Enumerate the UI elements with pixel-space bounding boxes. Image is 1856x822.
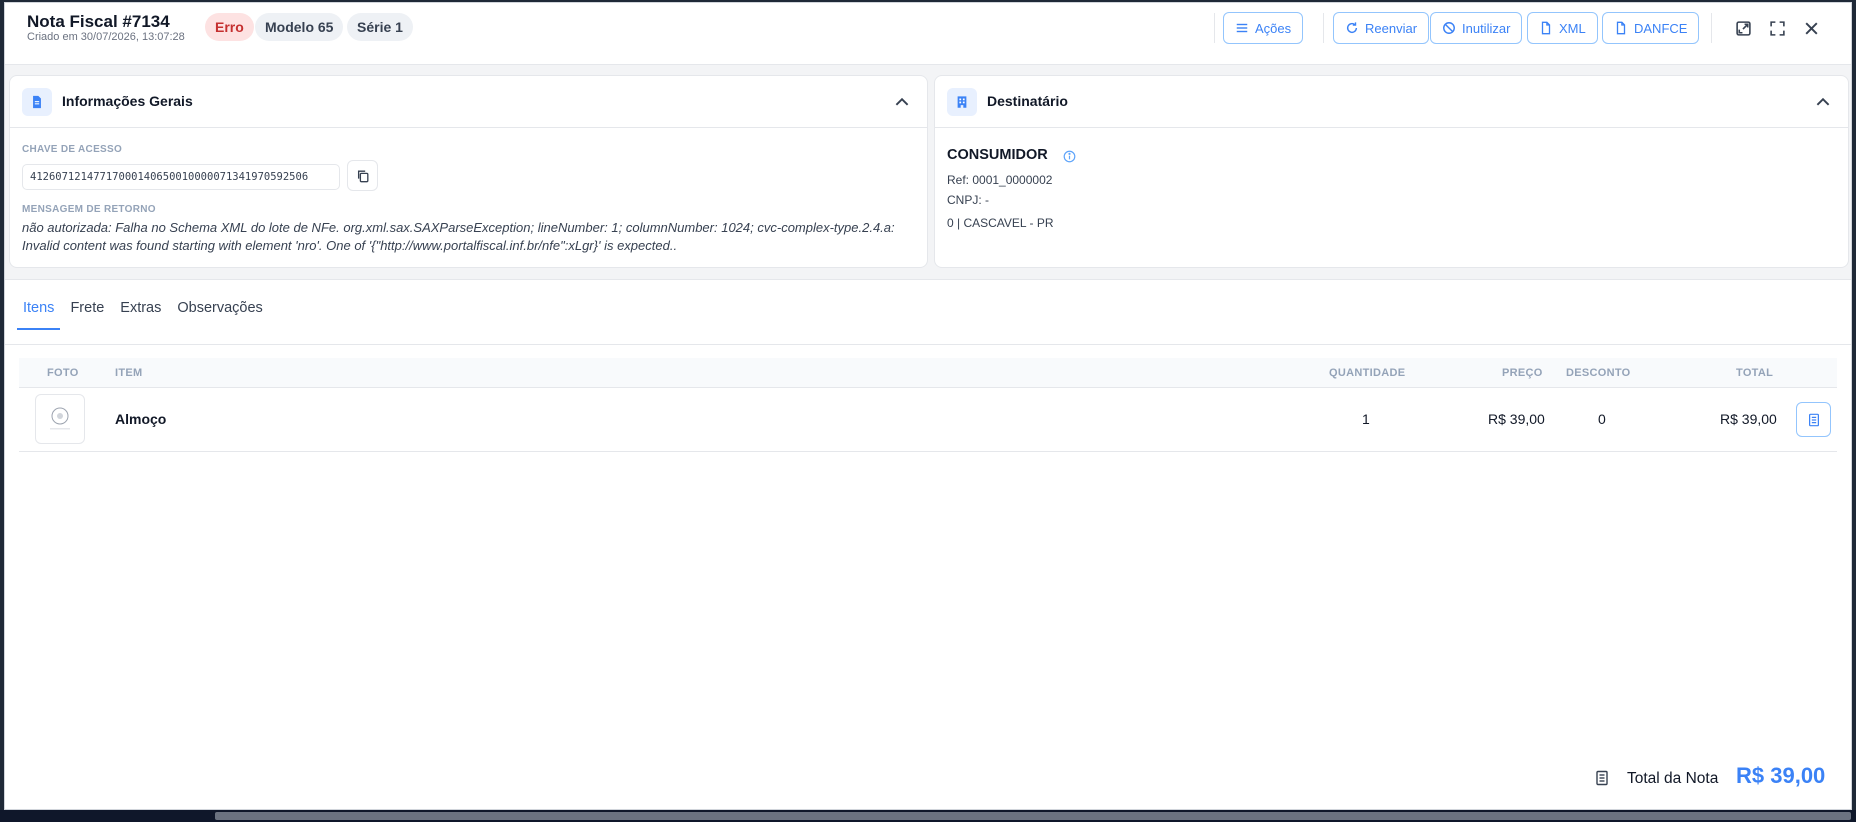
refresh-icon [1346,22,1358,34]
nota-fiscal-window: Nota Fiscal #7134 Criado em 30/07/2026, … [4,2,1852,810]
danfce-label: DANFCE [1634,20,1688,36]
destinatario-cnpj: CNPJ: - [947,193,989,207]
acoes-button[interactable]: Ações [1223,12,1304,44]
tab-extras[interactable]: Extras [114,294,167,330]
divider [5,344,1851,345]
reenviar-button[interactable]: Reenviar [1333,12,1430,44]
item-quantidade: 1 [1362,411,1370,427]
tab-frete[interactable]: Frete [64,294,110,330]
scrollbar-thumb[interactable] [215,812,1851,820]
table-row: Almoço 1 R$ 39,00 0 R$ 39,00 [19,388,1837,452]
tab-bar: Itens Frete Extras Observações [17,294,273,332]
acoes-label: Ações [1255,20,1292,36]
receipt-icon [1596,770,1608,786]
receipt-icon [1808,413,1819,426]
divider [1711,13,1712,43]
modelo-badge: Modelo 65 [255,13,344,41]
items-section: Itens Frete Extras Observações FOTO ITEM… [5,279,1851,809]
file-icon [1541,21,1551,35]
copy-button[interactable] [347,160,378,191]
reenviar-label: Reenviar [1365,20,1418,36]
destinatario-ref: Ref: 0001_0000002 [947,173,1053,187]
chevron-up-icon[interactable] [893,93,911,111]
open-external-icon[interactable] [1732,17,1754,39]
inutilizar-button[interactable]: Inutilizar [1430,12,1523,44]
document-icon [22,88,52,116]
card-title: Informações Gerais [62,93,193,109]
item-name: Almoço [115,411,167,427]
tab-itens[interactable]: Itens [17,294,61,330]
total-value: R$ 39,00 [1736,763,1826,788]
table-header: FOTO ITEM QUANTIDADE PREÇO DESCONTO TOTA… [19,358,1837,388]
column-preco: PREÇO [1502,367,1543,379]
ban-icon [1443,22,1455,34]
column-desconto: DESCONTO [1566,367,1631,379]
copy-icon [357,170,368,182]
divider [1214,13,1215,43]
column-total: TOTAL [1736,367,1774,379]
header: Nota Fiscal #7134 Criado em 30/07/2026, … [5,3,1851,65]
item-preco: R$ 39,00 [1488,411,1545,427]
status-badge: Erro [205,13,254,41]
chevron-up-icon[interactable] [1814,93,1832,111]
informacoes-gerais-card: Informações Gerais CHAVE DE ACESSO 41260… [9,75,928,268]
menu-icon [1236,23,1248,33]
card-header[interactable]: Informações Gerais [10,76,927,128]
item-total: R$ 39,00 [1720,411,1777,427]
file-icon [1616,21,1626,35]
mensagem-label: MENSAGEM DE RETORNO [22,204,156,215]
danfce-button[interactable]: DANFCE [1602,12,1700,44]
card-header[interactable]: Destinatário [935,76,1848,128]
page-title: Nota Fiscal #7134 [27,12,170,31]
close-icon[interactable] [1800,17,1822,39]
xml-label: XML [1559,20,1586,36]
item-desconto: 0 [1598,411,1606,427]
created-timestamp: Criado em 30/07/2026, 13:07:28 [27,31,185,43]
card-title: Destinatário [987,93,1068,109]
item-details-button[interactable] [1796,402,1831,437]
chave-acesso-field[interactable]: 4126071214771700014065001000007134197059… [22,164,340,190]
fullscreen-icon[interactable] [1766,17,1788,39]
building-icon [947,88,977,116]
serie-badge: Série 1 [347,13,413,41]
destinatario-address: 0 | CASCAVEL - PR [947,216,1054,230]
tab-observacoes[interactable]: Observações [171,294,268,330]
total-label: Total da Nota [1627,770,1719,787]
xml-button[interactable]: XML [1527,12,1598,44]
inutilizar-label: Inutilizar [1462,20,1511,36]
product-photo [35,394,85,444]
destinatario-name: CONSUMIDOR [947,147,1048,163]
destinatario-card: Destinatário CONSUMIDOR Ref: 0001_000000… [934,75,1849,268]
chave-label: CHAVE DE ACESSO [22,144,123,155]
column-item: ITEM [115,367,143,379]
info-icon[interactable] [1063,150,1076,163]
column-foto: FOTO [47,367,79,379]
image-placeholder-icon [50,407,70,430]
divider [1323,13,1324,43]
mensagem-retorno: não autorizada: Falha no Schema XML do l… [22,220,895,253]
column-quantidade: QUANTIDADE [1329,367,1406,379]
